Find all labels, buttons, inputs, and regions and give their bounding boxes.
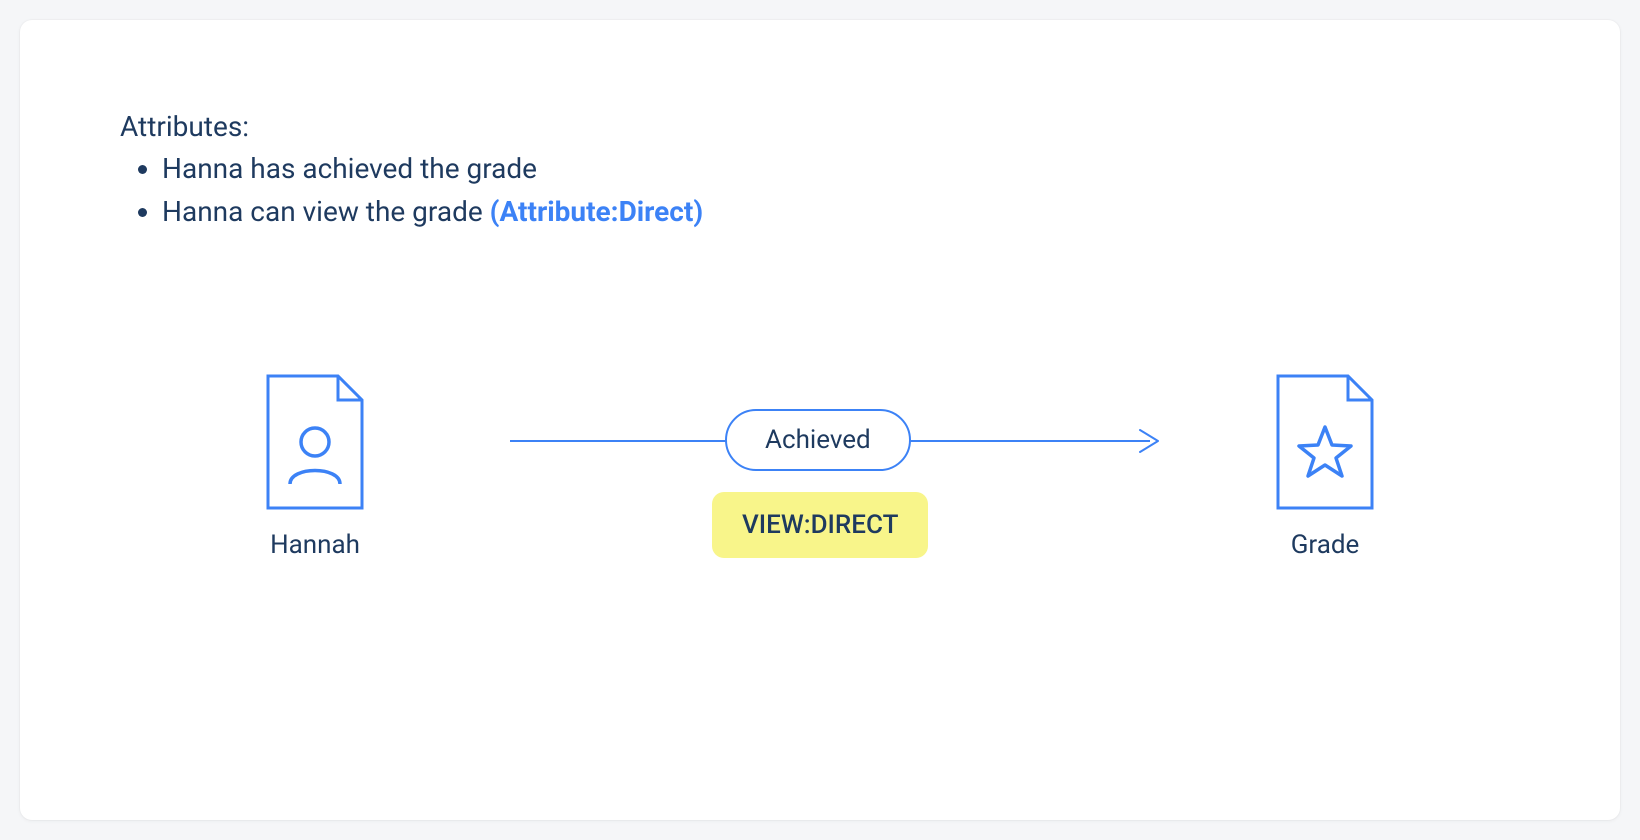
attributes-section: Attributes: Hanna has achieved the grade… [120, 110, 1520, 232]
diagram-card: Attributes: Hanna has achieved the grade… [20, 20, 1620, 820]
highlight-badge: VIEW:DIRECT [712, 492, 928, 558]
right-node-grade: Grade [1270, 372, 1380, 560]
person-document-icon [260, 372, 370, 512]
highlight-label-text: VIEW:DIRECT [742, 510, 898, 540]
relation-arrow-left-segment [510, 440, 730, 442]
right-node-label: Grade [1291, 530, 1360, 560]
attributes-heading: Attributes: [120, 110, 1520, 143]
relationship-diagram: Hannah Grade Achieved VIEW:DIRECT [120, 282, 1520, 722]
attribute-text: Hanna has achieved the grade [162, 152, 537, 185]
attribute-text: Hanna can view the grade [162, 195, 490, 228]
left-node-label: Hannah [270, 530, 360, 560]
relation-label-text: Achieved [765, 425, 871, 455]
attribute-annotation: (Attribute:Direct) [490, 195, 704, 228]
star-document-icon [1270, 372, 1380, 512]
attributes-list: Hanna has achieved the grade Hanna can v… [132, 149, 1520, 232]
relation-label-pill: Achieved [725, 409, 911, 471]
attribute-item: Hanna can view the grade (Attribute:Dire… [162, 192, 1520, 233]
relation-arrow-right-segment [910, 440, 1150, 442]
left-node-hannah: Hannah [260, 372, 370, 560]
attribute-item: Hanna has achieved the grade [162, 149, 1520, 190]
arrow-head-icon [1138, 428, 1164, 454]
